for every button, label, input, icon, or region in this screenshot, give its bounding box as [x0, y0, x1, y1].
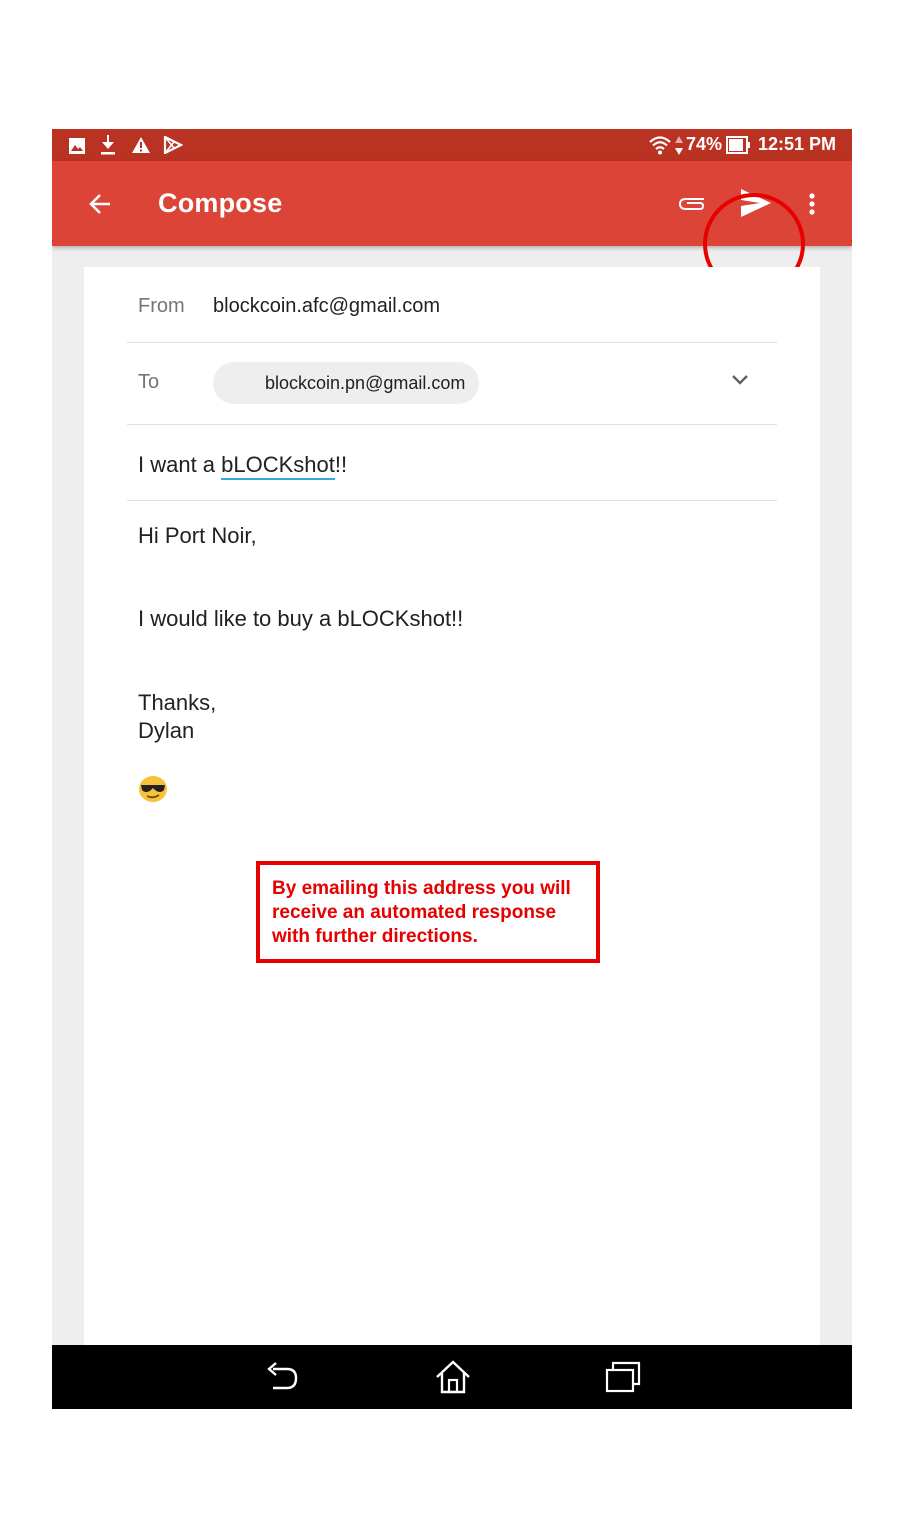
send-icon[interactable]: [740, 188, 772, 218]
more-vert-icon[interactable]: [808, 192, 816, 216]
battery-percent: 74%: [686, 134, 723, 154]
annotation-callout: By emailing this address you will receiv…: [256, 861, 600, 963]
recents-icon[interactable]: [605, 1361, 641, 1393]
divider: [127, 424, 777, 425]
status-bar: 74% 12:51 PM: [52, 129, 852, 161]
device-screen: 74% 12:51 PM Compose From blockcoin.afc@…: [52, 129, 852, 1409]
attach-icon[interactable]: [678, 194, 706, 214]
back-arrow-icon[interactable]: [88, 192, 112, 216]
divider: [127, 500, 777, 501]
recipient-chip[interactable]: blockcoin.pn@gmail.com: [213, 362, 479, 404]
annotation-text: By emailing this address you will receiv…: [272, 878, 571, 947]
clock: 12:51 PM: [758, 134, 837, 154]
chevron-down-icon[interactable]: [731, 374, 749, 386]
page-title: Compose: [158, 188, 283, 218]
app-bar: Compose: [52, 161, 852, 295]
body-signature: Dylan: [138, 718, 195, 743]
recipient-email: blockcoin.pn@gmail.com: [265, 373, 466, 393]
home-icon[interactable]: [435, 1359, 471, 1395]
from-label: From: [138, 295, 185, 317]
compose-form: From blockcoin.afc@gmail.com To blockcoi…: [84, 267, 820, 1367]
subject-text-suffix: !!: [334, 452, 348, 477]
body-line: I would like to buy a bLOCKshot!!: [138, 606, 464, 631]
divider: [127, 342, 777, 343]
body-closing: Thanks,: [138, 690, 217, 715]
system-nav-bar: [52, 1345, 852, 1409]
download-icon: [101, 135, 115, 155]
back-icon[interactable]: [265, 1361, 299, 1393]
subject-spellcheck-word: bLOCKshot: [221, 452, 335, 480]
to-label: To: [138, 371, 160, 393]
data-arrows-icon: [675, 136, 683, 155]
image-icon: [69, 138, 85, 154]
play-store-icon: [163, 136, 183, 154]
battery-icon: [726, 136, 750, 154]
wifi-icon: [649, 136, 671, 155]
body-greeting: Hi Port Noir,: [138, 523, 257, 548]
subject-text: I want a: [138, 452, 222, 477]
warning-icon: [132, 137, 150, 153]
from-field[interactable]: blockcoin.afc@gmail.com: [213, 295, 440, 318]
cool-sunglasses-emoji: [139, 776, 167, 802]
subject-field[interactable]: I want a bLOCKshot!!: [138, 452, 348, 480]
